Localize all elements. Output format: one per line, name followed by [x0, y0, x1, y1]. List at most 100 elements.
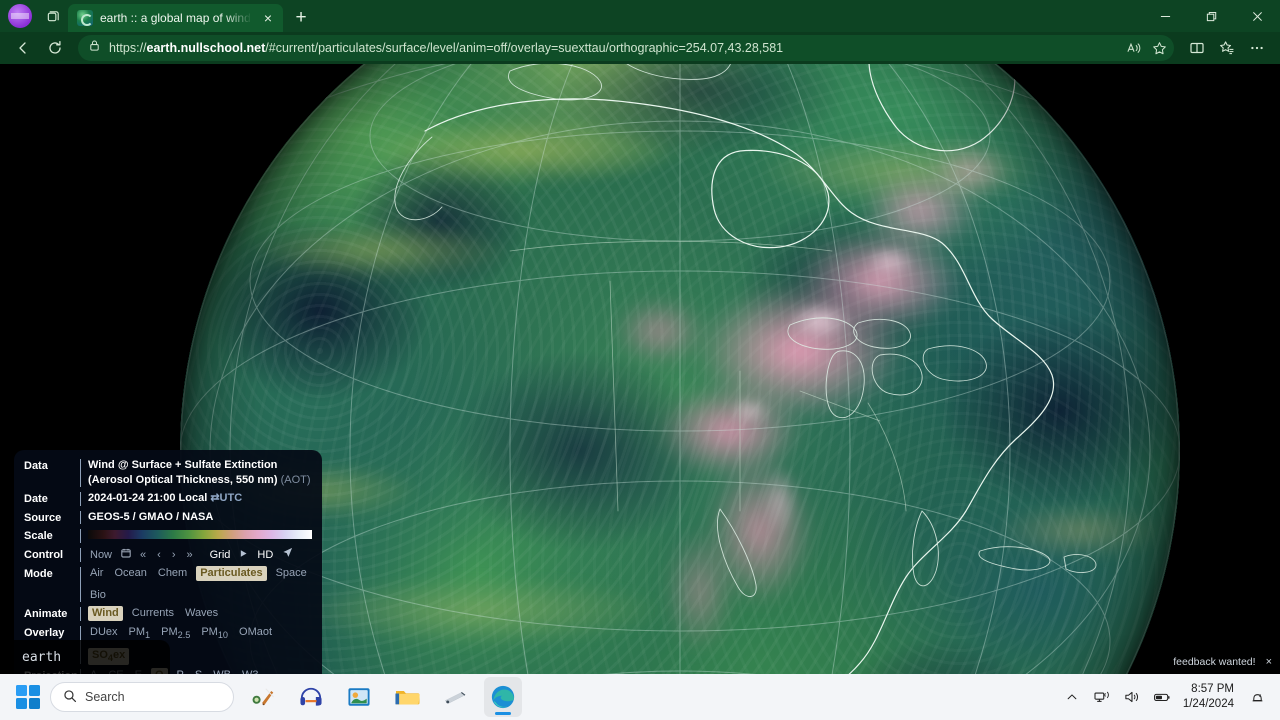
collections-icon[interactable] — [1212, 34, 1242, 62]
search-placeholder: Search — [85, 690, 125, 704]
animate-item-wind[interactable]: Wind — [88, 605, 123, 621]
browser-window: earth :: a global map of wind, we × + — [0, 0, 1280, 674]
divider — [80, 510, 81, 525]
clock-date: 1/24/2024 — [1182, 698, 1234, 710]
mode-item-particulates[interactable]: Particulates — [196, 566, 267, 581]
lock-icon — [88, 39, 101, 57]
back-icon[interactable] — [8, 34, 38, 62]
overlay-item-pm25[interactable]: PM2.5 — [159, 625, 192, 642]
audacity-icon[interactable] — [292, 677, 330, 717]
panel-row-control: Control Now « ‹ › » Grid HD — [24, 547, 312, 563]
panel-row-date: Date 2024-01-24 21:00 Local ⇄UTC — [24, 491, 312, 507]
data-aot-suffix: (AOT) — [280, 473, 311, 486]
control-label: Control — [24, 549, 64, 562]
new-tab-button[interactable]: + — [287, 4, 315, 32]
tab-title: earth :: a global map of wind, we — [100, 11, 252, 25]
start-button[interactable] — [16, 685, 40, 709]
panel-row-scale: Scale — [24, 528, 312, 544]
omnibox-actions — [1120, 36, 1172, 60]
refresh-icon[interactable] — [40, 34, 70, 62]
data-value: Wind @ Surface + Sulfate Extinction (Aer… — [88, 459, 311, 486]
notifications-icon[interactable]: z — [1244, 682, 1270, 712]
tray-chevron-icon[interactable] — [1059, 682, 1085, 712]
file-explorer-icon[interactable] — [388, 677, 426, 717]
restore-icon[interactable] — [1188, 0, 1234, 32]
control-last-button[interactable]: » — [184, 548, 194, 563]
play-icon[interactable] — [239, 548, 248, 563]
split-screen-icon[interactable] — [1182, 34, 1212, 62]
search-icon — [63, 689, 77, 706]
close-window-icon[interactable] — [1234, 0, 1280, 32]
coastline-overlay — [394, 64, 1145, 674]
panel-row-animate: Animate Wind Currents Waves — [24, 605, 312, 622]
mode-item-air[interactable]: Air — [88, 566, 105, 581]
windows-taskbar: Search 8:57 PM 1/24/2024 z — [0, 674, 1280, 720]
close-icon[interactable]: × — [1266, 656, 1272, 668]
browser-settings-icon[interactable] — [1242, 34, 1272, 62]
overlay-item-pm10[interactable]: PM10 — [199, 625, 230, 642]
scanner-icon[interactable] — [436, 677, 474, 717]
navigation-bar: https://earth.nullschool.net/#current/pa… — [0, 32, 1280, 64]
control-prev-button[interactable]: ‹ — [155, 548, 163, 563]
earth-logo[interactable]: earth — [0, 640, 170, 674]
taskbar-left: Search — [0, 677, 522, 717]
mode-items: Air Ocean Chem Particulates Space Bio — [88, 566, 312, 603]
close-icon[interactable]: × — [259, 9, 277, 27]
mode-item-chem[interactable]: Chem — [156, 566, 189, 581]
profile-avatar[interactable] — [8, 4, 32, 28]
calendar-icon[interactable] — [121, 548, 131, 563]
control-grid-button[interactable]: Grid — [208, 548, 233, 563]
overlay-label: Overlay — [24, 626, 65, 639]
animate-item-currents[interactable]: Currents — [130, 606, 176, 621]
battery-icon[interactable] — [1149, 682, 1175, 712]
url-text: https://earth.nullschool.net/#current/pa… — [109, 41, 784, 55]
control-now-button[interactable]: Now — [88, 548, 114, 563]
feedback-banner[interactable]: feedback wanted! × — [1173, 656, 1272, 668]
favorite-star-icon[interactable] — [1146, 36, 1172, 60]
utc-toggle-button[interactable]: ⇄UTC — [210, 492, 242, 504]
source-label: Source — [24, 511, 62, 524]
tab-actions-icon[interactable] — [38, 0, 68, 32]
svg-text:z: z — [1259, 692, 1262, 697]
divider — [80, 567, 81, 602]
divider — [80, 606, 81, 621]
mode-label: Mode — [24, 568, 53, 581]
window-controls — [1142, 0, 1280, 32]
mode-item-ocean[interactable]: Ocean — [112, 566, 148, 581]
divider — [80, 548, 81, 563]
control-hd-button[interactable]: HD — [255, 548, 275, 563]
clock-time: 8:57 PM — [1191, 683, 1234, 696]
network-icon[interactable] — [1089, 682, 1115, 712]
control-first-button[interactable]: « — [138, 548, 148, 563]
minimize-icon[interactable] — [1142, 0, 1188, 32]
overlay-item-pm1[interactable]: PM1 — [127, 625, 153, 642]
mode-item-space[interactable]: Space — [274, 566, 309, 581]
taskbar-clock[interactable]: 8:57 PM 1/24/2024 — [1179, 682, 1240, 712]
taskbar-search[interactable]: Search — [50, 682, 234, 712]
overlay-item-omaot[interactable]: OMaot — [237, 625, 274, 640]
read-aloud-icon[interactable] — [1120, 36, 1146, 60]
browser-tab[interactable]: earth :: a global map of wind, we × — [68, 4, 283, 32]
media-player-icon[interactable] — [340, 677, 378, 717]
source-value: GEOS-5 / GMAO / NASA — [88, 510, 214, 523]
data-label: Data — [24, 460, 48, 472]
color-scale-bar — [88, 530, 312, 540]
control-items: Now « ‹ › » Grid HD — [88, 547, 293, 563]
music-app-icon[interactable] — [244, 677, 282, 717]
page-viewport[interactable]: Data Wind @ Surface + Sulfate Extinction… — [0, 64, 1280, 674]
location-arrow-icon[interactable] — [282, 547, 293, 563]
edge-browser-icon[interactable] — [484, 677, 522, 717]
feedback-banner-text: feedback wanted! — [1173, 656, 1256, 668]
control-next-button[interactable]: › — [170, 548, 178, 563]
mode-item-bio[interactable]: Bio — [88, 588, 108, 603]
animate-item-waves[interactable]: Waves — [183, 606, 220, 621]
volume-icon[interactable] — [1119, 682, 1145, 712]
system-tray: 8:57 PM 1/24/2024 z — [1059, 682, 1280, 712]
earth-globe-visualization[interactable] — [180, 64, 1180, 674]
address-bar[interactable]: https://earth.nullschool.net/#current/pa… — [78, 35, 1174, 61]
divider — [80, 459, 81, 487]
panel-row-data: Data Wind @ Surface + Sulfate Extinction… — [24, 458, 312, 488]
date-value: 2024-01-24 21:00 Local ⇄UTC — [88, 491, 243, 504]
browser-toolbar-actions — [1182, 34, 1272, 62]
overlay-item-duex[interactable]: DUex — [88, 625, 120, 640]
